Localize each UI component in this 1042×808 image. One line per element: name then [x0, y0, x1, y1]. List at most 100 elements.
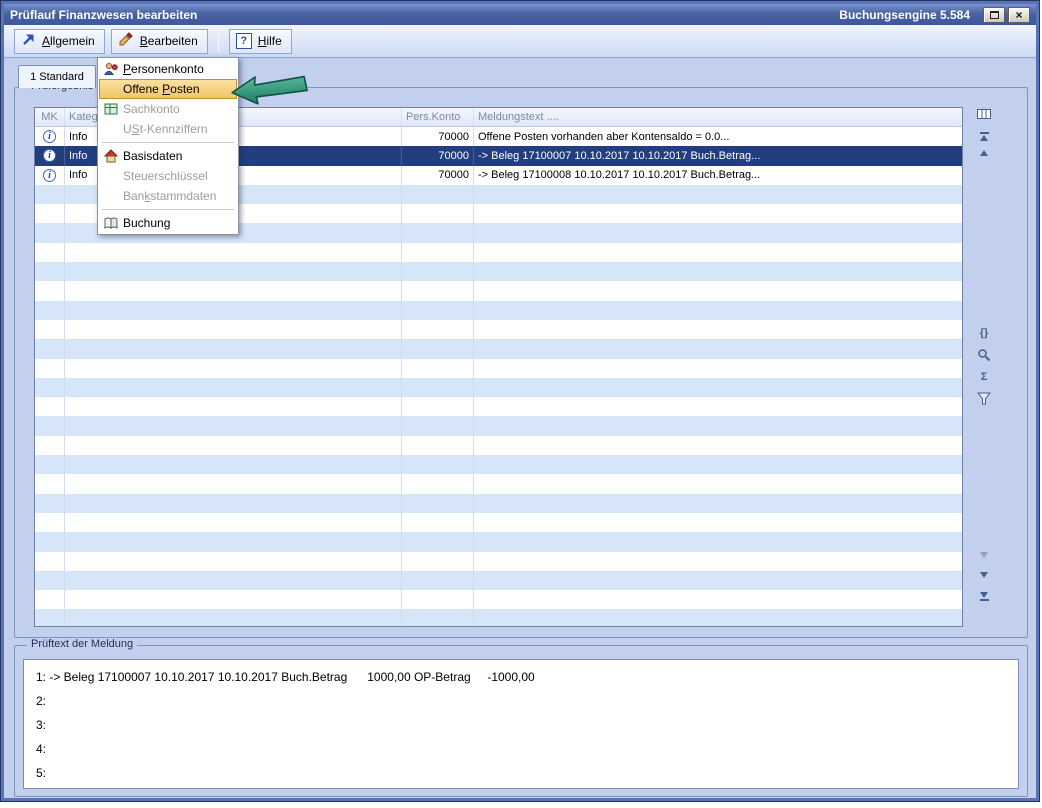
cell-acct: [402, 416, 474, 435]
cell-mk: i: [35, 166, 65, 185]
menu-item-offene-posten[interactable]: Offene Posten: [99, 79, 237, 99]
menu-separator: [102, 209, 234, 210]
cell-msg: [474, 474, 962, 493]
cell-msg: [474, 185, 962, 204]
table-row-empty[interactable]: [35, 281, 962, 300]
cell-acct: [402, 204, 474, 223]
cell-msg: [474, 320, 962, 339]
sum-icon[interactable]: Σ: [975, 372, 993, 383]
menu-item-sachkonto[interactable]: Sachkonto: [99, 99, 237, 119]
menu-item-label: Sachkonto: [123, 102, 180, 116]
table-row-empty[interactable]: [35, 301, 962, 320]
table-row-empty[interactable]: [35, 436, 962, 455]
tab-standard-label: 1 Standard: [30, 71, 84, 83]
cell-msg: [474, 436, 962, 455]
header-cell-mk[interactable]: MK: [35, 108, 65, 126]
search-icon[interactable]: [975, 348, 993, 362]
cell-cat: [65, 339, 402, 358]
window-title: Prüflauf Finanzwesen bearbeiten: [10, 8, 197, 22]
app-window: Prüflauf Finanzwesen bearbeiten Buchungs…: [0, 0, 1040, 802]
cell-msg: [474, 243, 962, 262]
menu-item-label: Offene Posten: [123, 82, 200, 96]
cell-message: Offene Posten vorhanden aber Kontensaldo…: [474, 127, 962, 146]
table-row-empty[interactable]: [35, 262, 962, 281]
annotation-arrow: [229, 70, 311, 109]
info-icon: i: [43, 149, 56, 162]
cell-cat: [65, 609, 402, 627]
cell-cat: [65, 416, 402, 435]
table-row-empty[interactable]: [35, 243, 962, 262]
table-row-empty[interactable]: [35, 552, 962, 571]
table-row-empty[interactable]: [35, 339, 962, 358]
menu-item-ust-kennziffern[interactable]: USt-Kennziffern: [99, 119, 237, 139]
allgemein-label: Allgemein: [42, 34, 95, 48]
cell-acct: [402, 474, 474, 493]
cell-acct: [402, 513, 474, 532]
table-row-empty[interactable]: [35, 590, 962, 609]
maximize-button[interactable]: [983, 7, 1005, 23]
cell-msg: [474, 590, 962, 609]
message-line: 2:: [36, 689, 1006, 713]
cell-acct: [402, 397, 474, 416]
tab-standard[interactable]: 1 Standard: [18, 65, 96, 88]
filter-icon[interactable]: [975, 392, 993, 405]
hilfe-button[interactable]: ? Hilfe: [229, 29, 292, 54]
scroll-down-button[interactable]: [975, 572, 993, 578]
cell-cat: [65, 532, 402, 551]
close-button[interactable]: ×: [1008, 7, 1030, 23]
table-row-empty[interactable]: [35, 474, 962, 493]
table-row-empty[interactable]: [35, 320, 962, 339]
cell-acct: [402, 359, 474, 378]
personenkonto-icon: [99, 61, 123, 77]
allgemein-button[interactable]: Allgemein: [14, 29, 105, 54]
cell-mk: [35, 416, 65, 435]
menu-item-buchung[interactable]: Buchung: [99, 213, 237, 233]
table-row-empty[interactable]: [35, 494, 962, 513]
cell-cat: [65, 494, 402, 513]
cell-mk: [35, 494, 65, 513]
allgemein-icon: [21, 32, 36, 50]
cell-cat: [65, 474, 402, 493]
cell-cat: [65, 243, 402, 262]
message-line: 5:: [36, 761, 1006, 785]
table-row-empty[interactable]: [35, 397, 962, 416]
header-cell-perskonto[interactable]: Pers.Konto: [402, 108, 474, 126]
cell-mk: [35, 436, 65, 455]
menu-separator: [102, 142, 234, 143]
cell-acct: [402, 320, 474, 339]
cell-mk: [35, 532, 65, 551]
cell-acct: [402, 223, 474, 242]
menu-item-personenkonto[interactable]: Personenkonto: [99, 59, 237, 79]
table-row-empty[interactable]: [35, 532, 962, 551]
table-row-empty[interactable]: [35, 455, 962, 474]
menu-item-steuerschluessel[interactable]: Steuerschlüssel: [99, 166, 237, 186]
menu-item-label: Personenkonto: [123, 62, 204, 76]
table-row-empty[interactable]: [35, 571, 962, 590]
header-cell-meldungstext[interactable]: Meldungstext ....: [474, 108, 962, 126]
table-row-empty[interactable]: [35, 378, 962, 397]
menu-item-label: Steuerschlüssel: [123, 169, 208, 183]
table-row-empty[interactable]: [35, 416, 962, 435]
column-options-icon[interactable]: [975, 108, 993, 120]
table-row-empty[interactable]: [35, 609, 962, 627]
scroll-bottom-button[interactable]: [975, 592, 993, 601]
scroll-top-button[interactable]: [975, 132, 993, 141]
cell-acct: [402, 301, 474, 320]
cell-msg: [474, 359, 962, 378]
cell-mk: i: [35, 146, 65, 165]
cell-msg: [474, 262, 962, 281]
selection-braces-icon[interactable]: {}: [975, 328, 993, 339]
menu-item-bankstammdaten[interactable]: Bankstammdaten: [99, 186, 237, 206]
menu-item-basisdaten[interactable]: Basisdaten: [99, 146, 237, 166]
titlebar: Prüflauf Finanzwesen bearbeiten Buchungs…: [4, 4, 1036, 25]
table-row-empty[interactable]: [35, 359, 962, 378]
scroll-down-alt-button[interactable]: [975, 552, 993, 558]
toolbar: Allgemein Bearbeiten ? Hilfe: [4, 25, 1036, 58]
bearbeiten-button[interactable]: Bearbeiten: [111, 29, 208, 54]
cell-msg: [474, 204, 962, 223]
cell-cat: [65, 378, 402, 397]
cell-account: 70000: [402, 127, 474, 146]
table-row-empty[interactable]: [35, 513, 962, 532]
scroll-up-button[interactable]: [975, 150, 993, 156]
cell-mk: [35, 552, 65, 571]
